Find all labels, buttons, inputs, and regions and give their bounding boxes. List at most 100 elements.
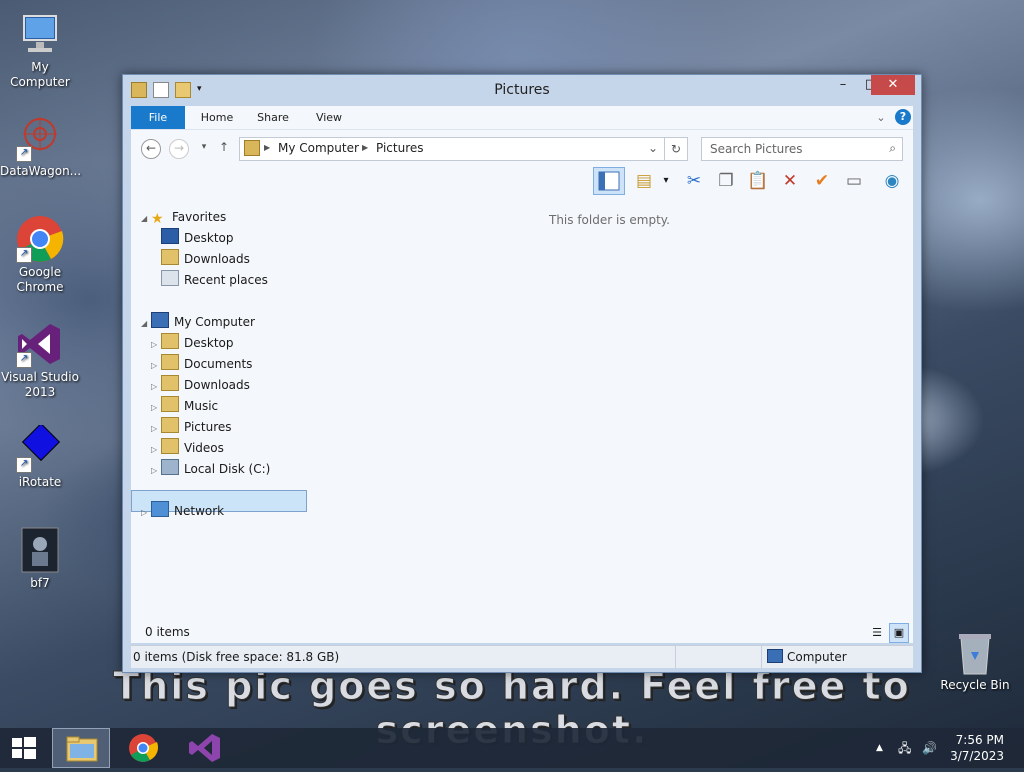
expand-icon[interactable]: ▷ [151,377,161,397]
folder-icon [161,333,179,349]
tree-label: Network [174,504,225,518]
command-toolbar: ▤ ▾ ✂ ❐ 📋 ✕ ✔ ▭ ◉ [131,165,913,197]
search-input[interactable]: Search Pictures ⌕ [701,137,903,161]
rename-icon[interactable]: ▭ [841,168,867,194]
desktop-icon-my-computer[interactable]: My Computer [0,10,80,90]
chevron-down-icon[interactable]: ▾ [653,168,679,194]
network-status-icon[interactable]: 🖧 [898,728,911,768]
shortcut-arrow-icon: ↗ [16,247,32,263]
pictures-folder-icon [244,140,260,156]
tree-label: Desktop [184,336,234,350]
star-icon: ★ [151,211,164,227]
tree-item-desktop[interactable]: ▷ Desktop [151,333,234,353]
status-bar: 0 items (Disk free space: 81.8 GB) Compu… [131,645,913,668]
desktop-icon-irotate[interactable]: ↗ iRotate [0,422,80,490]
folder-icon [161,438,179,454]
visual-studio-icon: ↗ [16,320,64,368]
computer-icon [151,312,169,328]
start-button[interactable] [0,728,48,768]
tree-item-music[interactable]: ▷ Music [151,396,218,416]
tab-share[interactable]: Share [253,106,293,129]
taskbar-chrome[interactable] [114,728,172,768]
tree-network[interactable]: ▷ Network [141,501,224,521]
address-bar[interactable]: ▶ My Computer ▶ Pictures ⌄ [239,137,665,161]
chevron-down-icon[interactable]: ⌄ [648,141,658,155]
taskbar: ▲ 🖧 🔊 7:56 PM 3/7/2023 [0,728,1024,768]
computer-icon [767,649,783,663]
desktop-icon-bf7[interactable]: bf7 [0,526,80,591]
copy-icon[interactable]: ❐ [713,168,739,194]
delete-icon[interactable]: ✕ [777,168,803,194]
tree-item-local-disk[interactable]: ▷ Local Disk (C:) [151,459,270,479]
details-view-icon[interactable]: ☰ [867,623,887,643]
tree-label: Music [184,399,219,413]
tree-item-pictures-row[interactable]: ▷ Pictures [151,417,232,437]
expand-icon[interactable]: ▷ [151,461,161,481]
tree-my-computer[interactable]: ◢ My Computer [141,312,255,332]
explorer-window[interactable]: ▾ Pictures – □ ✕ File Home Share View ⌄ … [122,74,922,673]
tab-view[interactable]: View [309,106,349,129]
desktop-icon-visual-studio[interactable]: ↗ Visual Studio 2013 [0,320,80,400]
shell-icon[interactable]: ◉ [879,168,905,194]
desktop-icon-datawagon[interactable]: ↗ DataWagon... [0,114,82,179]
paste-icon[interactable]: 📋 [745,168,771,194]
shortcut-arrow-icon: ↗ [16,457,32,473]
title-bar[interactable]: ▾ Pictures – □ ✕ [123,75,921,105]
tab-file[interactable]: File [131,106,185,129]
clock-time: 7:56 PM [955,733,1004,747]
close-button[interactable]: ✕ [871,75,915,95]
volume-icon[interactable]: 🔊 [922,728,937,768]
tab-home[interactable]: Home [197,106,237,129]
search-placeholder: Search Pictures [710,142,803,156]
desktop-icon-label: Visual Studio 2013 [1,370,79,399]
large-icons-view-icon[interactable]: ▣ [889,623,909,643]
tree-label: My Computer [174,315,255,329]
breadcrumb-my-computer[interactable]: My Computer [278,141,359,155]
expand-icon[interactable]: ▷ [151,335,161,355]
breadcrumb-pictures[interactable]: Pictures [376,141,424,155]
desktop-icon-label: Google Chrome [16,265,64,294]
tree-item-recent-places[interactable]: Recent places [161,270,268,290]
forward-button[interactable]: → [169,139,189,159]
tree-item-favorites-desktop[interactable]: Desktop [161,228,234,248]
tree-label: Downloads [184,378,250,392]
cut-icon[interactable]: ✂ [681,168,707,194]
status-info: 0 items (Disk free space: 81.8 GB) [133,650,340,664]
expand-icon[interactable]: ▷ [151,440,161,460]
window-title: Pictures [494,82,550,98]
desktop-icon-label: My Computer [10,60,70,89]
checkmark-icon[interactable]: ✔ [809,168,835,194]
taskbar-file-explorer[interactable] [52,728,110,768]
taskbar-visual-studio[interactable] [176,728,234,768]
collapse-icon[interactable]: ◢ [141,314,151,334]
system-clock[interactable]: 7:56 PM 3/7/2023 [950,732,1004,764]
tree-item-downloads[interactable]: ▷ Downloads [151,375,250,395]
preview-pane-icon[interactable] [593,167,625,195]
expand-icon[interactable]: ▷ [151,356,161,376]
clock-date: 3/7/2023 [950,749,1004,763]
tree-favorites[interactable]: ◢ ★ Favorites [141,207,226,227]
tree-label: Documents [184,357,253,371]
chrome-icon [129,734,159,762]
desktop-icon-label: DataWagon... [0,164,82,178]
up-button[interactable]: ↑ [215,139,233,157]
back-button[interactable]: ← [141,139,161,159]
breadcrumb-separator-icon: ▶ [264,143,271,152]
tree-item-documents[interactable]: ▷ Documents [151,354,252,374]
recent-locations-button[interactable]: ▾ [195,139,213,157]
desktop-icon-google-chrome[interactable]: ↗ Google Chrome [0,215,80,295]
recent-places-icon [161,270,179,286]
expand-icon[interactable]: ▷ [141,503,151,523]
expand-icon[interactable]: ▷ [151,419,161,439]
expand-ribbon-icon[interactable]: ⌄ [873,106,889,129]
tree-label: Desktop [184,231,234,245]
desktop-icon-recycle-bin[interactable]: Recycle Bin [935,632,1015,693]
tree-item-favorites-downloads[interactable]: Downloads [161,249,250,269]
minimize-button[interactable]: – [829,75,857,95]
help-icon[interactable]: ? [895,109,911,125]
expand-icon[interactable]: ▷ [151,398,161,418]
tree-item-videos[interactable]: ▷ Videos [151,438,224,458]
collapse-icon[interactable]: ◢ [141,209,151,229]
refresh-button[interactable]: ↻ [664,137,688,161]
show-hidden-icons-button[interactable]: ▲ [876,728,883,768]
